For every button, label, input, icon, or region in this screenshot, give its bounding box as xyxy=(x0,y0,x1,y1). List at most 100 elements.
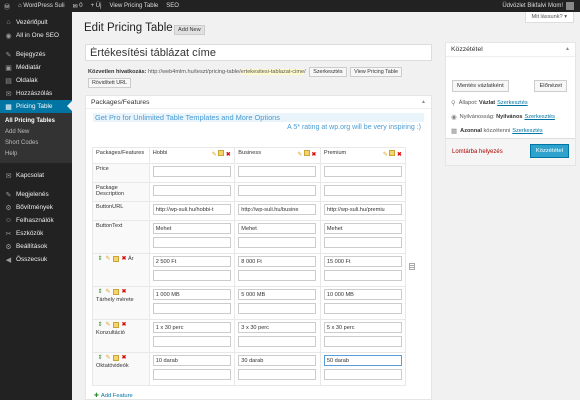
value-input[interactable]: Mehet xyxy=(238,223,317,234)
edit-permalink-button[interactable]: Szerkesztés xyxy=(309,67,347,77)
copy-icon[interactable] xyxy=(303,150,310,156)
delete-icon[interactable]: ✖ xyxy=(396,152,402,158)
submenu-item[interactable]: Short Codes xyxy=(0,138,72,149)
delete-icon[interactable]: ✖ xyxy=(121,256,127,262)
extra-input[interactable] xyxy=(238,336,317,347)
title-input[interactable] xyxy=(85,44,432,61)
edit-icon[interactable]: ✎ xyxy=(105,355,111,361)
extra-input[interactable] xyxy=(152,336,231,347)
view-pricing-table-button[interactable]: View Pricing Table xyxy=(350,67,402,77)
edit-status-link[interactable]: Szerkesztés xyxy=(497,100,527,106)
extra-input[interactable] xyxy=(323,369,402,380)
edit-visibility-link[interactable]: Szerkesztés xyxy=(525,114,555,120)
add-new-button[interactable]: Add New xyxy=(174,25,205,35)
extra-input[interactable] xyxy=(152,369,231,380)
value-input[interactable]: 2 500 Ft xyxy=(152,256,231,267)
comments-link[interactable]: ✉ 0 xyxy=(69,0,87,12)
extra-input[interactable] xyxy=(238,369,317,380)
copy-icon[interactable] xyxy=(113,322,119,328)
value-input[interactable]: 1 000 MB xyxy=(152,289,231,300)
sidebar-item-collapse[interactable]: ◀ Összecsuk xyxy=(0,253,72,266)
copy-icon[interactable] xyxy=(113,256,119,262)
value-input[interactable]: http://wp-suli.hu/busine xyxy=(238,204,317,215)
extra-input[interactable] xyxy=(323,237,402,248)
value-input[interactable]: 8 000 Ft xyxy=(238,256,317,267)
add-feature-link[interactable]: ✚ Add Feature xyxy=(94,393,133,399)
value-input[interactable] xyxy=(238,166,317,177)
extra-input[interactable] xyxy=(152,237,231,248)
edit-icon[interactable]: ✎ xyxy=(105,322,111,328)
move-icon[interactable]: ⇕ xyxy=(97,322,103,328)
drag-handle-icon[interactable] xyxy=(409,262,416,270)
preview-button[interactable]: Előnézet xyxy=(534,80,567,92)
sidebar-item-tools[interactable]: ✂ Eszközök xyxy=(0,227,72,240)
publish-button[interactable]: Közzététel xyxy=(529,144,569,158)
sidebar-item-dashboard[interactable]: ⌂ Vezérlőpult xyxy=(0,16,72,29)
value-input[interactable] xyxy=(152,166,231,177)
move-icon[interactable]: ⇕ xyxy=(97,355,103,361)
copy-icon[interactable] xyxy=(389,150,396,156)
value-input[interactable] xyxy=(323,166,402,177)
sidebar-item-plugins[interactable]: ⚙ Bővítmények xyxy=(0,201,72,214)
value-input[interactable]: 10 000 MB xyxy=(323,289,402,300)
extra-input[interactable] xyxy=(323,336,402,347)
value-input[interactable]: http://wp-suli.hu/hobbi-t xyxy=(152,204,231,215)
edit-schedule-link[interactable]: Szerkesztés xyxy=(512,128,542,134)
value-input[interactable]: 15 000 Ft xyxy=(323,256,402,267)
delete-icon[interactable]: ✖ xyxy=(121,322,127,328)
sidebar-item-seo[interactable]: ◉ All in One SEO xyxy=(0,29,72,42)
extra-input[interactable] xyxy=(323,303,402,314)
sidebar-item-pricing-table[interactable]: ▦ Pricing Table xyxy=(0,100,72,113)
extra-input[interactable] xyxy=(152,270,231,281)
publish-box-header[interactable]: Közzététel ▲ xyxy=(446,43,575,57)
extra-input[interactable] xyxy=(152,303,231,314)
delete-icon[interactable]: ✖ xyxy=(121,355,127,361)
copy-icon[interactable] xyxy=(218,150,225,156)
copy-icon[interactable] xyxy=(113,355,119,361)
extra-input[interactable] xyxy=(238,303,317,314)
sidebar-item-settings[interactable]: ⚙ Beállítások xyxy=(0,240,72,253)
pro-promo-banner[interactable]: Get Pro for Unlimited Table Templates an… xyxy=(93,113,424,122)
value-input[interactable]: http://wp-suli.hu/premiu xyxy=(323,204,402,215)
site-name-link[interactable]: ⌂ WordPress Suli xyxy=(14,0,69,12)
delete-icon[interactable]: ✖ xyxy=(311,152,317,158)
view-pricing-table-link[interactable]: View Pricing Table xyxy=(105,0,162,12)
extra-input[interactable] xyxy=(238,270,317,281)
value-input[interactable]: 50 darab xyxy=(323,355,402,366)
packages-box-header[interactable]: Packages/Features ▲ xyxy=(86,96,431,109)
sidebar-item-pages[interactable]: ▤ Oldalak xyxy=(0,74,72,87)
copy-icon[interactable] xyxy=(113,289,119,295)
sidebar-item-appearance[interactable]: ✎ Megjelenés xyxy=(0,188,72,201)
delete-icon[interactable]: ✖ xyxy=(121,289,127,295)
value-input[interactable]: 5 000 MB xyxy=(238,289,317,300)
new-content-link[interactable]: + Új xyxy=(87,0,106,12)
value-input[interactable]: 1 x 30 perc xyxy=(152,322,231,333)
delete-icon[interactable]: ✖ xyxy=(225,152,231,158)
collapse-arrow-icon[interactable]: ▲ xyxy=(421,99,426,105)
edit-icon[interactable]: ✎ xyxy=(105,289,111,295)
sidebar-item-pin[interactable]: ✎ Bejegyzés xyxy=(0,48,72,61)
screen-options-button[interactable]: Mit lássunk? ▾ xyxy=(524,12,574,23)
sidebar-item-users[interactable]: ☺ Felhasználók xyxy=(0,214,72,227)
value-input[interactable]: 10 darab xyxy=(152,355,231,366)
value-input[interactable]: Mehet xyxy=(152,223,231,234)
extra-input[interactable] xyxy=(323,270,402,281)
account-menu[interactable]: Üdvözlet Bikfalvi Mom! xyxy=(498,0,580,12)
edit-icon[interactable]: ✎ xyxy=(211,152,217,158)
move-to-trash-link[interactable]: Lomtárba helyezés xyxy=(452,149,503,155)
seo-link[interactable]: SEO xyxy=(162,0,183,12)
value-input[interactable] xyxy=(323,185,402,196)
get-shortlink-button[interactable]: Rövidített URL xyxy=(88,78,132,88)
value-input[interactable] xyxy=(152,185,231,196)
submenu-item[interactable]: Add New xyxy=(0,127,72,138)
value-input[interactable]: Mehet xyxy=(323,223,402,234)
value-input[interactable]: 30 darab xyxy=(238,355,317,366)
edit-icon[interactable]: ✎ xyxy=(105,256,111,262)
edit-icon[interactable]: ✎ xyxy=(382,152,388,158)
wordpress-logo-icon[interactable]: Ⓦ xyxy=(0,0,14,12)
submenu-item[interactable]: All Pricing Tables xyxy=(0,116,72,127)
move-icon[interactable]: ⇕ xyxy=(97,289,103,295)
sidebar-item-contact[interactable]: ✉ Kapcsolat xyxy=(0,169,72,182)
collapse-arrow-icon[interactable]: ▲ xyxy=(565,46,570,52)
move-icon[interactable]: ⇕ xyxy=(97,256,103,262)
